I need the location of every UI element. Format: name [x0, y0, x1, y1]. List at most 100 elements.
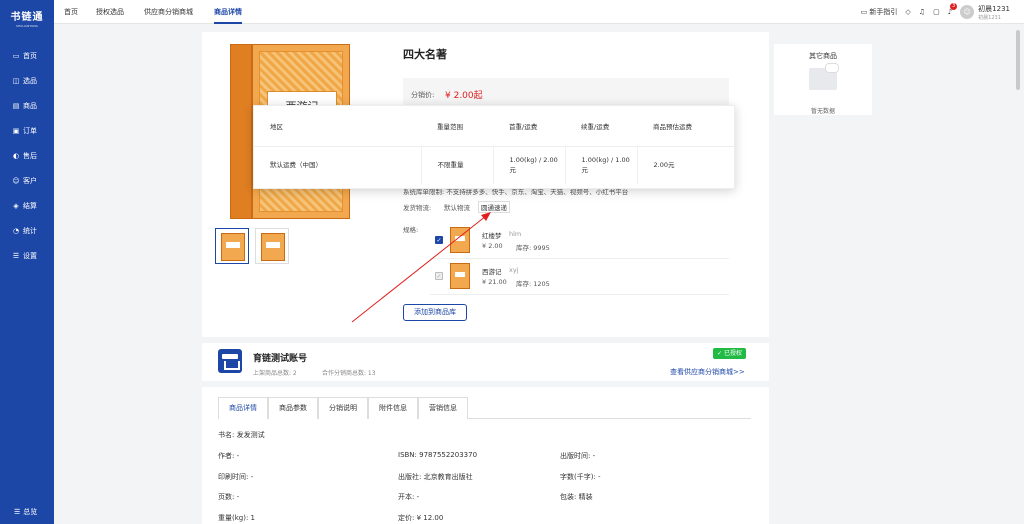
header-weight-range: 重量范围 — [421, 106, 493, 147]
other-goods-title: 其它商品 — [809, 52, 837, 60]
sidebar-item-aftersale[interactable]: ◐ 售后 — [0, 147, 54, 165]
price-value: ¥ 2.00起 — [445, 91, 483, 101]
settle-icon: ◈ — [13, 202, 19, 210]
page-scrollbar[interactable] — [1016, 30, 1020, 90]
order-icon: ▣ — [12, 127, 20, 135]
sidebar-item-settings[interactable]: ☰ 设置 — [0, 247, 54, 265]
other-goods-empty: 暂无数据 — [810, 108, 835, 115]
other-goods-panel: 其它商品 暂无数据 — [774, 44, 872, 115]
nav-authorized-pick[interactable]: 授权选品 — [96, 0, 124, 24]
sidebar-item-label: 商品 — [23, 102, 37, 110]
freight-popup: 地区 重量范围 首重/运费 续重/运费 商品预估运费 默认运费（中国） 不限重量… — [253, 105, 735, 189]
freight-row: 默认运费（中国） 不限重量 1.00(kg) / 2.00 元 1.00(kg)… — [254, 146, 734, 184]
sku-code-1: hlm — [509, 230, 522, 238]
tab-bar: 商品详情 商品参数 分销说明 附件信息 营销信息 — [218, 397, 751, 419]
add-to-library-button[interactable]: 添加到商品库 — [403, 304, 467, 321]
price-box: 分销价: ¥ 2.00起 — [403, 78, 729, 108]
top-bar: 首页 授权选品 供应商分销商城 商品详情 ▭ 新手指引 ◇ ♫ ▢ ♪ 3 ☺ 初… — [54, 0, 1024, 24]
sku-checkbox-1[interactable]: ✓ — [435, 236, 443, 244]
attr-pages: 页数: - — [218, 493, 240, 501]
attr-book-name: 书名: 发发测试 — [218, 431, 265, 439]
collapse-label: 总览 — [23, 508, 38, 516]
sku-checkbox-2[interactable]: ✓ — [435, 272, 443, 280]
attr-weight: 重量(kg): 1 — [218, 514, 255, 522]
nav-home[interactable]: 首页 — [64, 0, 78, 24]
header-region: 地区 — [254, 106, 421, 147]
sku-stock-2: 库存: 1205 — [516, 280, 550, 288]
tab-marketing[interactable]: 营销信息 — [418, 397, 468, 419]
shop-goods-count: 上架商品总数: 2 — [253, 370, 297, 377]
sidebar-item-label: 首页 — [23, 52, 37, 60]
cell-estimated-freight: 2.00元 — [636, 146, 734, 184]
thumbnail-book — [221, 233, 245, 261]
empty-inbox-icon — [809, 63, 839, 90]
freight-header-row: 地区 重量范围 首重/运费 续重/运费 商品预估运费 — [254, 106, 734, 147]
thumbnail-book — [261, 233, 285, 261]
guide-button[interactable]: ▭ 新手指引 — [861, 7, 898, 17]
book-spine — [230, 44, 252, 219]
header-estimated-freight: 商品预估运费 — [637, 106, 734, 147]
nav-supplier-mall[interactable]: 供应商分销商城 — [144, 0, 193, 24]
attr-print-time: 印刷时间: - — [218, 473, 254, 481]
product-title: 四大名著 — [403, 48, 447, 61]
guide-label: 新手指引 — [869, 8, 898, 16]
sidebar-item-settle[interactable]: ◈ 结算 — [0, 197, 54, 215]
settings-icon: ☰ — [12, 252, 20, 260]
tab-attachments[interactable]: 附件信息 — [368, 397, 418, 419]
sidebar-item-customer[interactable]: ☺ 客户 — [0, 172, 54, 190]
header-extra-weight: 续重/运费 — [565, 106, 637, 147]
tab-product-detail[interactable]: 商品详情 — [218, 397, 268, 419]
user-name: 初晨1231 — [978, 4, 1010, 13]
sidebar-item-label: 售后 — [23, 152, 37, 160]
customer-icon: ☺ — [12, 177, 20, 185]
supplier-mall-link[interactable]: 查看供应商分销商城>> — [670, 367, 745, 377]
tab-product-params[interactable]: 商品参数 — [268, 397, 318, 419]
sidebar-item-label: 设置 — [23, 252, 37, 260]
app-logo[interactable]: 书链通 SHULIANTONG — [8, 8, 46, 28]
price-label: 分销价: — [411, 91, 435, 99]
monitor-icon: ▭ — [12, 52, 20, 60]
bell-icon[interactable]: ♪ 3 — [948, 3, 958, 16]
diamond-icon[interactable]: ◇ — [905, 8, 910, 16]
sidebar: 书链通 SHULIANTONG ▭ 首页 ◫ 选品 ▤ 商品 ▣ 订单 ◐ 售后 ☺ 客户 … — [0, 0, 54, 524]
sidebar-item-stats[interactable]: ◔ 统计 — [0, 222, 54, 240]
sidebar-item-goods[interactable]: ▤ 商品 — [0, 97, 54, 115]
header-first-weight: 首重/运费 — [493, 106, 565, 147]
goods-icon: ▤ — [12, 102, 20, 110]
sidebar-item-order[interactable]: ▣ 订单 — [0, 122, 54, 140]
logo-title: 书链通 — [10, 12, 44, 23]
clipboard-icon[interactable]: ▢ — [933, 8, 940, 16]
logistics-default: 默认物流 — [444, 204, 470, 212]
sku-stock-1: 库存: 9995 — [516, 244, 550, 252]
attr-list-price: 定价: ¥ 12.00 — [398, 514, 444, 522]
sku-price-1: ¥ 2.00 — [482, 242, 503, 250]
spec-label: 规格: — [403, 226, 419, 234]
sidebar-item-label: 选品 — [23, 77, 37, 85]
logo-subtitle: SHULIANTONG — [16, 24, 38, 28]
logistics-option[interactable]: 圆通速递 — [478, 201, 510, 213]
sidebar-item-home[interactable]: ▭ 首页 — [0, 47, 54, 65]
nav-product-detail[interactable]: 商品详情 — [214, 0, 242, 24]
attr-format: 开本: - — [398, 493, 420, 501]
attr-binding: 包装: 精装 — [560, 493, 593, 501]
notification-badge: 3 — [949, 3, 958, 10]
tab-distribution-notes[interactable]: 分销说明 — [318, 397, 368, 419]
user-menu[interactable]: 初晨1231 初晨1231 — [978, 4, 1010, 21]
product-thumbnail-1[interactable] — [215, 228, 249, 264]
sidebar-item-pick[interactable]: ◫ 选品 — [0, 72, 54, 90]
user-sub: 初晨1231 — [978, 14, 1001, 21]
cell-region: 默认运费（中国） — [270, 161, 322, 170]
authorized-label: 已授权 — [723, 350, 742, 357]
sidebar-collapse-button[interactable]: ☰ 总览 — [0, 500, 54, 524]
logistics-label: 发货物流: — [403, 204, 432, 212]
sku-divider — [430, 294, 729, 295]
avatar[interactable]: ☺ — [960, 5, 975, 19]
shop-name: 育链测试账号 — [253, 354, 308, 364]
shop-partner-count: 合作分销商总数: 13 — [322, 370, 376, 377]
sku-code-2: xyj — [509, 266, 519, 274]
product-thumbnail-2[interactable] — [255, 228, 289, 264]
cell-weight-range: 不限重量 — [420, 146, 493, 184]
sku-image-1 — [450, 227, 470, 253]
sidebar-item-label: 客户 — [23, 177, 37, 185]
headset-icon[interactable]: ♫ — [919, 8, 925, 16]
